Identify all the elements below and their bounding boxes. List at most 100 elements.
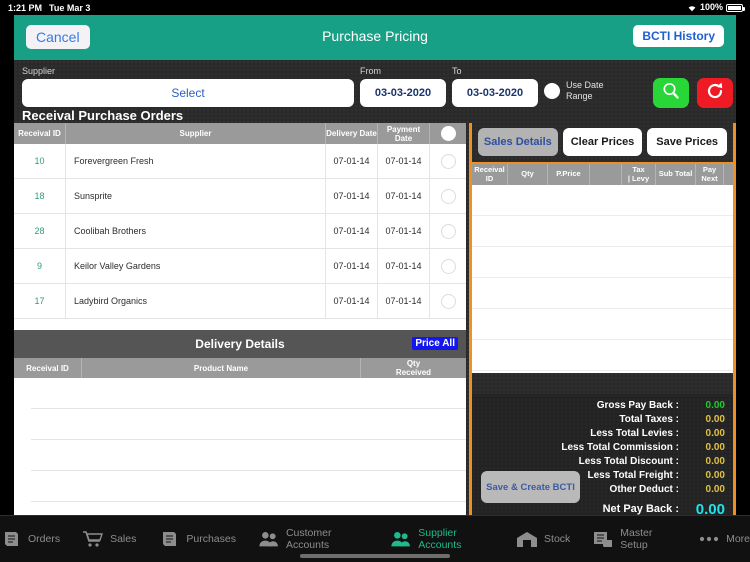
warehouse-icon [516, 529, 538, 549]
sales-details-panel: Sales Details Clear Prices Save Prices Rec… [469, 123, 736, 518]
table-row[interactable]: 17 Ladybird Organics 07-01-14 07-01-14 [14, 284, 466, 319]
save-create-bcti-button[interactable]: Save & Create BCTI [481, 471, 580, 503]
total-value: 0.00 [705, 413, 725, 425]
delivery-empty-row [31, 471, 466, 502]
cell-select[interactable] [430, 249, 466, 283]
search-icon [661, 81, 681, 106]
row-select-radio[interactable] [440, 153, 456, 169]
col-select-all[interactable] [430, 123, 466, 144]
total-label: Less Total Commission : [561, 441, 679, 453]
cell-supplier: Keilor Valley Gardens [66, 249, 326, 283]
to-date-input[interactable]: 03-03-2020 [452, 79, 538, 107]
select-all-radio[interactable] [440, 126, 456, 141]
tabbar-item-label: Sales [110, 533, 137, 545]
sales-empty-row [472, 278, 733, 309]
cell-receival-id: 9 [14, 249, 66, 283]
tabbar-item-more[interactable]: More [698, 529, 750, 549]
total-row: Less Total Discount : 0.00 [472, 454, 725, 468]
app-root: 1:21 PM Tue Mar 3 100% Cancel Purchase P… [0, 0, 750, 562]
tab-clear-prices[interactable]: Clear Prices [562, 128, 643, 156]
home-indicator[interactable] [300, 554, 450, 558]
total-label: Other Deduct : [609, 483, 679, 495]
main-content: Supplier Select From 03-03-2020 To 03-03… [14, 60, 736, 518]
tabbar-item-sales[interactable]: Sales [82, 529, 136, 549]
from-date-filter: From 03-03-2020 [360, 66, 446, 107]
sales-empty-row [472, 247, 733, 278]
status-bar-left: 1:21 PM Tue Mar 3 [8, 3, 90, 13]
from-date-input[interactable]: 03-03-2020 [360, 79, 446, 107]
total-row: Less Total Commission : 0.00 [472, 440, 725, 454]
tabbar-item-customer-accounts[interactable]: Customer Accounts [258, 527, 368, 551]
delivery-empty-row [31, 440, 466, 471]
orders-icon [0, 529, 22, 549]
cell-receival-id: 18 [14, 179, 66, 213]
delivery-empty-row [31, 378, 466, 409]
status-date: Tue Mar 3 [49, 3, 91, 13]
use-date-range-toggle[interactable]: Use Date Range [544, 80, 610, 102]
col-dd-receival-id: Receival ID [14, 358, 82, 378]
bcti-history-button[interactable]: BCTI History [633, 25, 724, 47]
row-select-radio[interactable] [440, 293, 456, 309]
tabbar-item-label: Orders [28, 533, 61, 545]
table-row[interactable]: 9 Keilor Valley Gardens 07-01-14 07-01-14 [14, 249, 466, 284]
tabbar-item-stock[interactable]: Stock [516, 529, 570, 549]
tabbar-item-master-setup[interactable]: Master Setup [592, 527, 676, 551]
col-dd-product-name: Product Name [82, 358, 361, 378]
cell-select[interactable] [430, 214, 466, 248]
tabbar-item-label: Supplier Accounts [418, 527, 462, 551]
section-title: Receival Purchase Orders [22, 108, 184, 123]
battery-percent: 100% [699, 2, 723, 12]
col-sd-tax-levy: Tax | Levy [622, 164, 656, 185]
col-sd-pay-next: Pay Next [696, 164, 724, 185]
row-select-radio[interactable] [440, 223, 456, 239]
cell-select[interactable] [430, 284, 466, 318]
tabbar-item-purchases[interactable]: Purchases [158, 529, 236, 549]
col-dd-qty-received: Qty Received [395, 359, 432, 377]
table-row[interactable]: 28 Coolibah Brothers 07-01-14 07-01-14 [14, 214, 466, 249]
cell-payment-date: 07-01-14 [378, 214, 430, 248]
cell-select[interactable] [430, 179, 466, 213]
tabbar-item-orders[interactable]: Orders [0, 529, 60, 549]
supplier-select[interactable]: Select [22, 79, 354, 107]
row-select-radio[interactable] [440, 258, 456, 274]
tab-sales-details[interactable]: Sales Details [478, 128, 558, 156]
people-icon [258, 529, 280, 549]
navigation-bar: Cancel Purchase Pricing BCTI History [14, 15, 736, 60]
total-row: Total Taxes : 0.00 [472, 412, 725, 426]
tab-save-prices[interactable]: Save Prices [647, 128, 728, 156]
tabbar-item-supplier-accounts[interactable]: Supplier Accounts [390, 527, 494, 551]
delivery-header-row: Receival ID Product Name Qty Received [14, 358, 466, 378]
cell-payment-date: 07-01-14 [378, 249, 430, 283]
supplier-label: Supplier [22, 66, 56, 76]
cell-select[interactable] [430, 144, 466, 178]
tabbar-item-label: Master Setup [620, 527, 653, 551]
use-date-range-radio[interactable] [544, 83, 560, 99]
use-date-range-label: Use Date Range [566, 80, 604, 101]
table-row[interactable]: 10 Forevergreen Fresh 07-01-14 07-01-14 [14, 144, 466, 179]
col-sd-sub-total: Sub Total [656, 164, 696, 185]
price-all-button[interactable]: Price All [412, 337, 458, 350]
total-value: 0.00 [705, 455, 725, 467]
search-button[interactable] [653, 78, 689, 108]
cell-supplier: Ladybird Organics [66, 284, 326, 318]
cell-supplier: Sunsprite [66, 179, 326, 213]
cell-receival-id: 10 [14, 144, 66, 178]
invoice-icon [158, 529, 180, 549]
col-sd-qty: Qty [508, 164, 548, 185]
col-sd-pprice: P.Price [548, 164, 590, 185]
total-value: 0.00 [705, 399, 725, 411]
total-value: 0.00 [705, 441, 725, 453]
status-time: 1:21 PM [8, 3, 43, 13]
sales-empty-row [472, 185, 733, 216]
sales-empty-row [472, 216, 733, 247]
delivery-empty-row [31, 409, 466, 440]
cell-delivery-date: 07-01-14 [326, 249, 378, 283]
table-row[interactable]: 18 Sunsprite 07-01-14 07-01-14 [14, 179, 466, 214]
row-select-radio[interactable] [440, 188, 456, 204]
panel-tabs: Sales Details Clear Prices Save Prices [472, 123, 733, 162]
col-sd-blank [590, 164, 622, 185]
reset-button[interactable] [697, 78, 733, 108]
cell-payment-date: 07-01-14 [378, 284, 430, 318]
from-label: From [360, 66, 381, 76]
cell-supplier: Coolibah Brothers [66, 214, 326, 248]
